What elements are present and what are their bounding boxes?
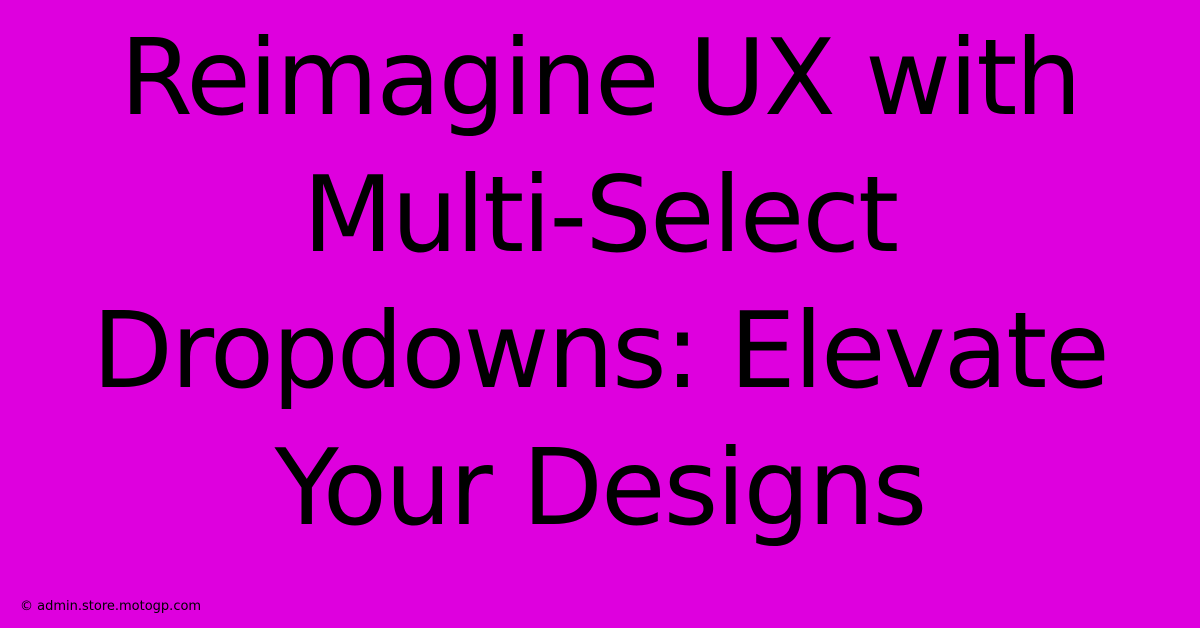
- headline-text: Reimagine UX with Multi-Select Dropdowns…: [0, 0, 1200, 556]
- attribution-text: © admin.store.motogp.com: [20, 599, 201, 614]
